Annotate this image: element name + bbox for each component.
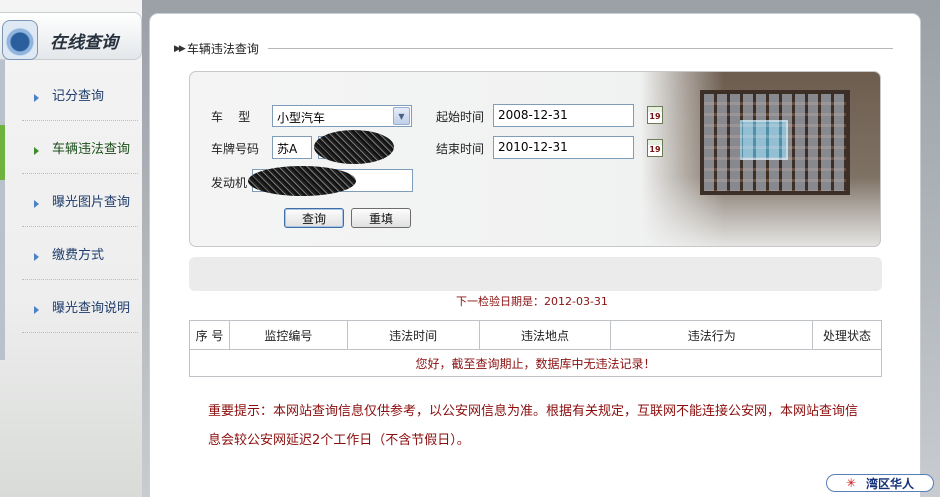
table-row: 您好，截至查询期止，数据库中无违法记录！	[189, 349, 882, 377]
vehicle-type-label: 车 型	[211, 110, 251, 124]
column-header: 违法行为	[610, 320, 814, 350]
end-date-input[interactable]: 2010-12-31	[493, 136, 634, 159]
triangle-bullet-icon	[34, 253, 39, 261]
double-arrow-icon: ▶▶	[174, 43, 186, 54]
calendar-icon[interactable]: 19	[647, 106, 663, 124]
start-date-input[interactable]: 2008-12-31	[493, 104, 634, 127]
asterisk-icon: ✳	[845, 476, 857, 490]
query-form: 车 型 小型汽车 ▼ 车牌号码 苏A 发动机 起始时间 2008-12-31 1…	[189, 71, 881, 247]
query-button[interactable]: 查询	[284, 208, 344, 228]
column-header: 处理状态	[812, 320, 882, 350]
calendar-icon[interactable]: 19	[647, 139, 663, 157]
sidebar-active-indicator	[0, 125, 5, 180]
main-panel: ▶▶ 车辆违法查询 车 型 小型汽车 ▼ 车牌号码 苏A 发动机 起始时间 20…	[150, 14, 920, 497]
title-divider	[268, 48, 893, 49]
footer-badge[interactable]: ✳ 湾区华人	[826, 474, 934, 492]
sidebar-item-violation-query[interactable]: 车辆违法查询	[22, 121, 138, 174]
plate-label: 车牌号码	[211, 142, 260, 156]
next-inspection-date: 下一检验日期是：2012-03-31	[456, 295, 608, 308]
column-header: 违法地点	[478, 320, 612, 350]
camera-icon	[2, 20, 38, 60]
engine-label: 发动机	[211, 176, 248, 190]
triangle-bullet-icon	[34, 200, 39, 208]
section-title: ▶▶ 车辆违法查询	[174, 40, 259, 57]
important-notice: 重要提示：本网站查询信息仅供参考，以公安网信息为准。根据有关规定，互联网不能连接…	[208, 404, 859, 448]
sidebar-menu: 记分查询 车辆违法查询 曝光图片查询 缴费方式 曝光查询说明	[22, 68, 138, 333]
sidebar-item-label: 记分查询	[52, 88, 105, 104]
end-date-label: 结束时间	[436, 142, 485, 156]
vehicle-type-select[interactable]: 小型汽车 ▼	[272, 105, 412, 127]
redaction-scribble	[248, 166, 356, 196]
sidebar-item-exposure-images[interactable]: 曝光图片查询	[22, 174, 138, 227]
column-header: 违法时间	[346, 320, 480, 350]
violation-results-table: 序 号 监控编号 违法时间 违法地点 违法行为 处理状态 您好，截至查询期止，数…	[189, 320, 882, 377]
sidebar-item-label: 缴费方式	[52, 247, 105, 263]
start-date-label: 起始时间	[436, 110, 485, 124]
empty-result-message: 您好，截至查询期止，数据库中无违法记录！	[189, 349, 882, 377]
video-wall-tiles	[704, 94, 846, 191]
status-bar	[189, 257, 882, 291]
sidebar-item-payment-methods[interactable]: 缴费方式	[22, 227, 138, 280]
sidebar-item-exposure-help[interactable]: 曝光查询说明	[22, 280, 138, 333]
triangle-bullet-icon	[34, 94, 39, 102]
sidebar-item-label: 曝光图片查询	[52, 194, 131, 210]
triangle-bullet-icon	[34, 306, 39, 314]
footer-badge-text: 湾区华人	[866, 476, 915, 491]
sidebar-item-label: 车辆违法查询	[52, 141, 131, 157]
vehicle-type-value: 小型汽车	[277, 111, 326, 125]
redaction-scribble	[314, 130, 394, 164]
table-header-row: 序 号 监控编号 违法时间 违法地点 违法行为 处理状态	[189, 320, 882, 350]
column-header: 序 号	[189, 320, 230, 350]
sidebar-item-points-query[interactable]: 记分查询	[22, 68, 138, 121]
plate-prefix-input[interactable]: 苏A	[272, 136, 312, 159]
reset-button[interactable]: 重填	[351, 208, 411, 228]
logo-title: 在线查询	[50, 33, 118, 53]
chevron-down-icon[interactable]: ▼	[393, 107, 410, 125]
sidebar-edge	[0, 60, 5, 360]
control-room-photo	[640, 72, 880, 246]
sidebar: 在线查询 记分查询 车辆违法查询 曝光图片查询 缴费方式 曝光查询说明	[0, 0, 142, 497]
triangle-bullet-icon	[34, 147, 39, 155]
section-title-text: 车辆违法查询	[186, 42, 259, 56]
sidebar-item-label: 曝光查询说明	[52, 300, 131, 316]
column-header: 监控编号	[228, 320, 348, 350]
